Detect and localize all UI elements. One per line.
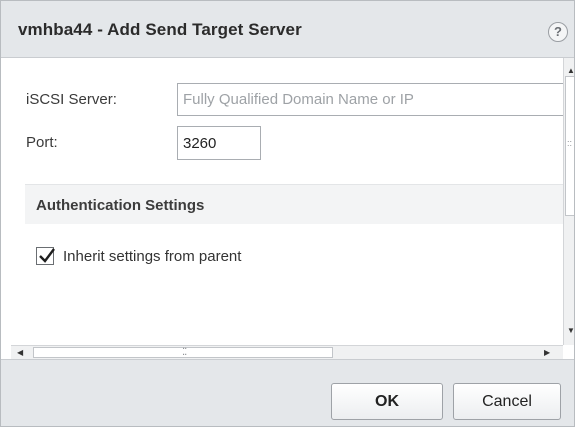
dialog-footer: OK Cancel — [1, 359, 574, 426]
ok-button[interactable]: OK — [331, 383, 443, 420]
horizontal-scrollbar[interactable]: ◀ ⁚⁚ ▶ — [11, 345, 563, 359]
horizontal-scroll-thumb[interactable]: ⁚⁚ — [33, 347, 333, 358]
port-label: Port: — [26, 134, 58, 151]
authentication-section-title: Authentication Settings — [36, 197, 205, 214]
checkmark-icon — [39, 248, 55, 263]
inherit-settings-label[interactable]: Inherit settings from parent — [63, 248, 241, 265]
scroll-down-arrow-icon[interactable]: ▼ — [567, 326, 574, 335]
iscsi-server-input[interactable] — [177, 83, 563, 116]
vertical-scrollbar[interactable]: ▲ :: ▼ — [563, 58, 574, 345]
authentication-section-header: Authentication Settings — [25, 184, 563, 224]
scroll-right-arrow-icon[interactable]: ▶ — [544, 348, 550, 357]
dialog-content: iSCSI Server: Port: Authentication Setti… — [11, 58, 563, 345]
add-send-target-dialog: vmhba44 - Add Send Target Server ? iSCSI… — [0, 0, 575, 427]
port-input[interactable] — [177, 126, 261, 160]
scroll-grip-icon: :: — [567, 138, 573, 148]
cancel-button[interactable]: Cancel — [453, 383, 561, 420]
scroll-grip-icon: ⁚⁚ — [182, 347, 187, 358]
help-icon[interactable]: ? — [548, 22, 568, 42]
inherit-settings-checkbox[interactable] — [36, 247, 55, 265]
iscsi-server-label: iSCSI Server: — [26, 91, 117, 108]
dialog-title-bar[interactable]: vmhba44 - Add Send Target Server ? — [1, 1, 574, 58]
dialog-title: vmhba44 - Add Send Target Server — [18, 20, 302, 39]
scroll-left-arrow-icon[interactable]: ◀ — [17, 348, 23, 357]
scroll-up-arrow-icon[interactable]: ▲ — [567, 66, 574, 75]
vertical-scroll-thumb[interactable]: :: — [565, 76, 574, 216]
